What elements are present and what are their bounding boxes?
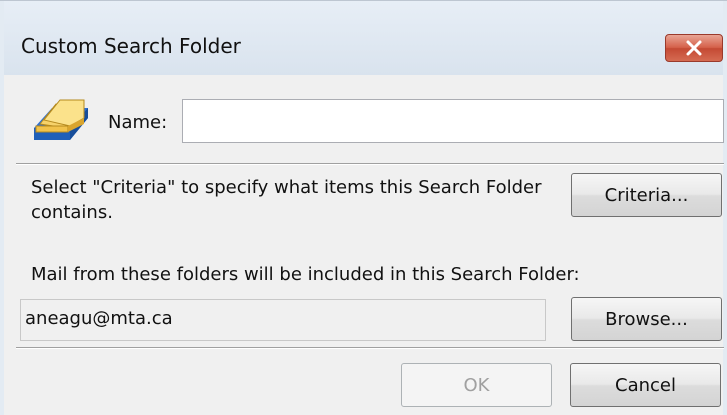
search-folder-icon: [34, 99, 88, 140]
ok-button[interactable]: OK: [401, 363, 552, 407]
browse-button[interactable]: Browse...: [571, 297, 722, 341]
cancel-button[interactable]: Cancel: [570, 363, 721, 407]
criteria-description: Select "Criteria" to specify what items …: [31, 177, 542, 223]
window-border-right: [723, 1, 727, 415]
dialog-title: Custom Search Folder: [21, 34, 241, 58]
custom-search-folder-dialog: Custom Search Folder Name: Select "Crite…: [0, 0, 727, 415]
title-bar[interactable]: Custom Search Folder: [0, 1, 727, 75]
separator: [16, 163, 724, 165]
criteria-button[interactable]: Criteria...: [571, 173, 722, 217]
close-button[interactable]: [665, 34, 723, 62]
window-border-left: [0, 1, 4, 415]
mail-folders-field: aneagu@mta.ca: [20, 299, 546, 341]
name-label: Name:: [108, 112, 168, 133]
mail-folders-description: Mail from these folders will be included…: [31, 264, 580, 285]
close-icon: [686, 40, 702, 56]
separator: [16, 347, 724, 349]
name-input[interactable]: [182, 99, 724, 143]
